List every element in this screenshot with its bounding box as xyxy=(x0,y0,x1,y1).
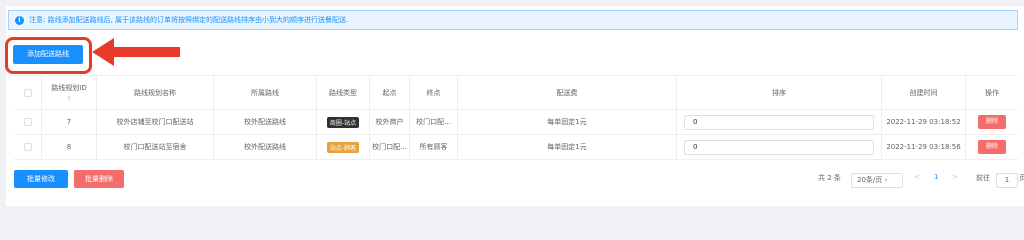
route-table: 路线规划ID ⇕ 路线规划名称 所属路线 路线类型 起点 终点 配送费 排序 创建… xyxy=(14,75,1018,160)
row-created: 2022-11-29 03:18:56 xyxy=(882,135,966,159)
row-sort-cell: 0 xyxy=(677,135,882,159)
batch-delete-button[interactable]: 批量删除 xyxy=(74,170,124,188)
row-name: 校门口配送站至宿舍 xyxy=(97,135,214,159)
notice-text: 注意: 路线添加配送路线后, 属于该路线的订单将按照绑定的配送路线排序由小到大的… xyxy=(29,16,349,24)
row-fee: 每单固定1元 xyxy=(458,110,677,134)
row-action-cell: 删除 xyxy=(966,135,1018,159)
row-type-cell: 站点-顾客 xyxy=(317,135,370,159)
row-id: 8 xyxy=(42,135,97,159)
add-route-button[interactable]: 添加配送路线 xyxy=(13,45,83,64)
route-type-tag: 商圈-站点 xyxy=(326,116,360,128)
row-created: 2022-11-29 03:18:52 xyxy=(882,110,966,134)
header-route: 所属路线 xyxy=(214,76,317,109)
row-checkbox[interactable] xyxy=(23,143,32,151)
row-name: 校外店铺至校门口配送站 xyxy=(97,110,214,134)
table-header-row: 路线规划ID ⇕ 路线规划名称 所属路线 路线类型 起点 终点 配送费 排序 创建… xyxy=(14,76,1018,110)
row-select-cell xyxy=(14,135,42,159)
info-icon: i xyxy=(15,15,24,25)
row-start: 校外商户 xyxy=(370,110,410,134)
row-type-cell: 商圈-站点 xyxy=(317,110,370,134)
row-id: 7 xyxy=(42,110,97,134)
table-row: 7 校外店铺至校门口配送站 校外配送路线 商圈-站点 校外商户 校门口配... … xyxy=(14,110,1018,135)
delete-button[interactable]: 删除 xyxy=(978,115,1006,129)
row-end: 所有顾客 xyxy=(410,135,458,159)
route-type-tag: 站点-顾客 xyxy=(326,141,360,153)
header-id-label: 路线规划ID xyxy=(51,84,87,92)
header-sort: 排序 xyxy=(677,76,882,109)
prev-page-button[interactable]: < xyxy=(914,173,920,181)
row-route: 校外配送路线 xyxy=(214,135,317,159)
goto-suffix: 页 xyxy=(1019,174,1024,182)
row-select-cell xyxy=(14,110,42,134)
header-end: 终点 xyxy=(410,76,458,109)
batch-edit-button[interactable]: 批量修改 xyxy=(14,170,68,188)
table-row: 8 校门口配送站至宿舍 校外配送路线 站点-顾客 校门口配... 所有顾客 每单… xyxy=(14,135,1018,160)
next-page-button[interactable]: > xyxy=(952,173,958,181)
annotation-arrow-icon xyxy=(92,38,180,66)
header-fee: 配送费 xyxy=(458,76,677,109)
header-created: 创建时间 xyxy=(882,76,966,109)
header-id[interactable]: 路线规划ID ⇕ xyxy=(42,76,97,109)
select-all-cell xyxy=(14,76,42,109)
row-end: 校门口配... xyxy=(410,110,458,134)
notice-banner: i 注意: 路线添加配送路线后, 属于该路线的订单将按照绑定的配送路线排序由小到… xyxy=(8,10,1018,30)
row-route: 校外配送路线 xyxy=(214,110,317,134)
row-checkbox[interactable] xyxy=(23,118,32,126)
goto-label: 前往 xyxy=(976,174,990,182)
sort-input[interactable]: 0 xyxy=(684,114,874,130)
header-action: 操作 xyxy=(985,88,999,97)
header-type: 路线类型 xyxy=(317,76,370,109)
row-sort-cell: 0 xyxy=(677,110,882,134)
chevron-down-icon: ▾ xyxy=(884,177,888,184)
page-number[interactable]: 1 xyxy=(934,173,938,181)
select-all-checkbox[interactable] xyxy=(23,88,32,97)
total-count: 共 2 条 xyxy=(818,174,841,182)
sort-icon[interactable]: ⇕ xyxy=(66,95,71,102)
row-fee: 每单固定1元 xyxy=(458,135,677,159)
header-start: 起点 xyxy=(370,76,410,109)
sort-input[interactable]: 0 xyxy=(684,139,874,155)
row-start: 校门口配... xyxy=(370,135,410,159)
goto-page-input[interactable]: 1 xyxy=(996,173,1018,188)
header-name: 路线规划名称 xyxy=(97,76,214,109)
page-size-value: 20条/页 xyxy=(857,176,883,184)
row-action-cell: 删除 xyxy=(966,110,1018,134)
delete-button[interactable]: 删除 xyxy=(978,140,1006,154)
page-size-select[interactable]: 20条/页 ▾ xyxy=(851,173,903,188)
